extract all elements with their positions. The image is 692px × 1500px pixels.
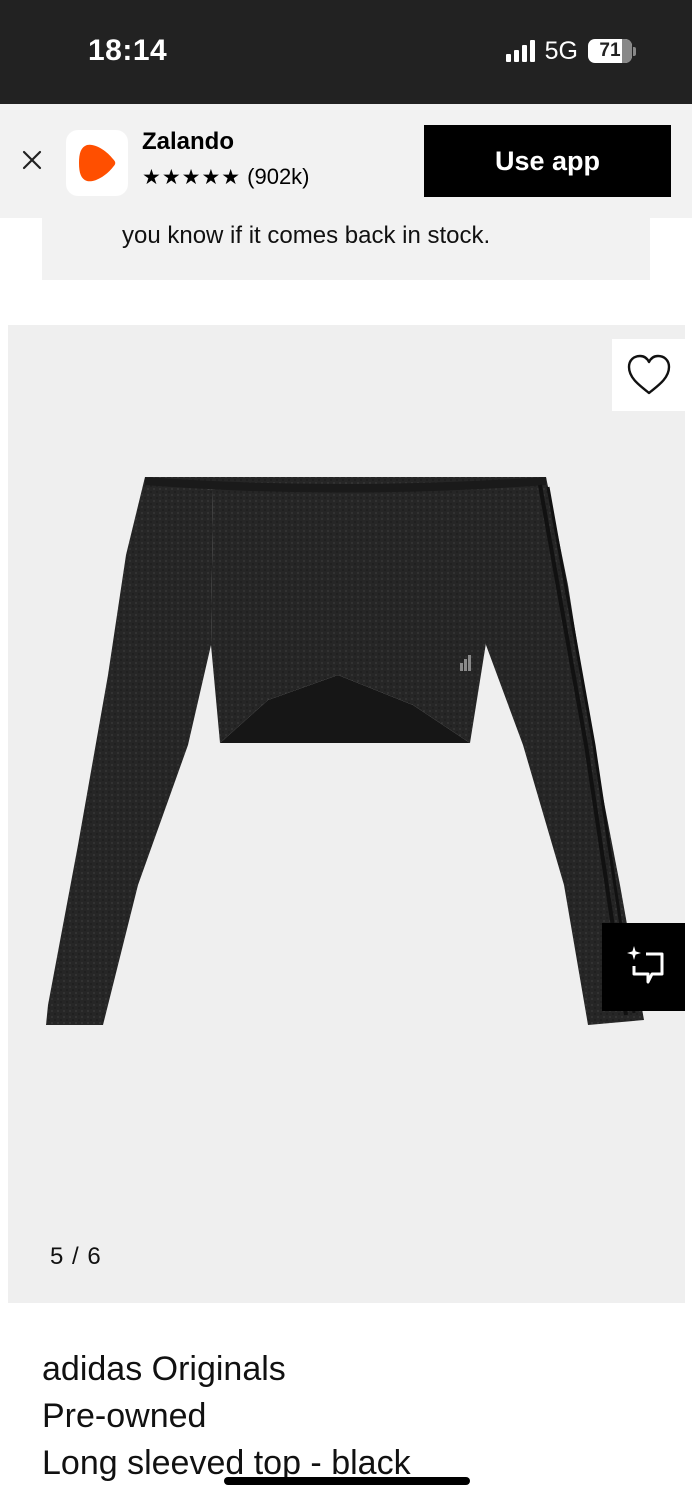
product-image-gallery[interactable]: 5 / 6 xyxy=(8,325,685,1303)
wishlist-heart-icon[interactable] xyxy=(612,339,685,411)
rating-stars: ★★★★★ xyxy=(142,165,242,189)
status-indicators: 5G 71 xyxy=(505,36,636,66)
status-time: 18:14 xyxy=(88,34,168,67)
battery-icon: 71 xyxy=(588,39,636,63)
zalando-logo-icon xyxy=(66,130,128,196)
signal-icon xyxy=(505,40,535,62)
close-icon[interactable] xyxy=(20,148,44,172)
use-app-button[interactable]: Use app xyxy=(424,125,671,197)
product-image xyxy=(46,477,644,1025)
network-type: 5G xyxy=(544,36,578,65)
product-title: adidas Originals Pre-owned Long sleeved … xyxy=(42,1346,662,1487)
status-bar: 18:14 5G 71 xyxy=(0,0,692,104)
find-similar-icon[interactable] xyxy=(602,923,685,1011)
image-counter: 5 / 6 xyxy=(50,1243,102,1270)
stock-notice: you know if it comes back in stock. xyxy=(42,218,650,280)
rating-count: (902k) xyxy=(247,164,310,189)
app-rating: ★★★★★ (902k) xyxy=(142,164,310,190)
app-banner: Zalando ★★★★★ (902k) Use app xyxy=(0,104,692,218)
product-condition: Pre-owned xyxy=(42,1397,207,1435)
stock-notice-text: you know if it comes back in stock. xyxy=(122,222,491,249)
home-indicator xyxy=(224,1477,470,1485)
battery-level: 71 xyxy=(599,40,621,61)
app-name: Zalando xyxy=(142,128,235,155)
product-brand[interactable]: adidas Originals xyxy=(42,1346,662,1393)
